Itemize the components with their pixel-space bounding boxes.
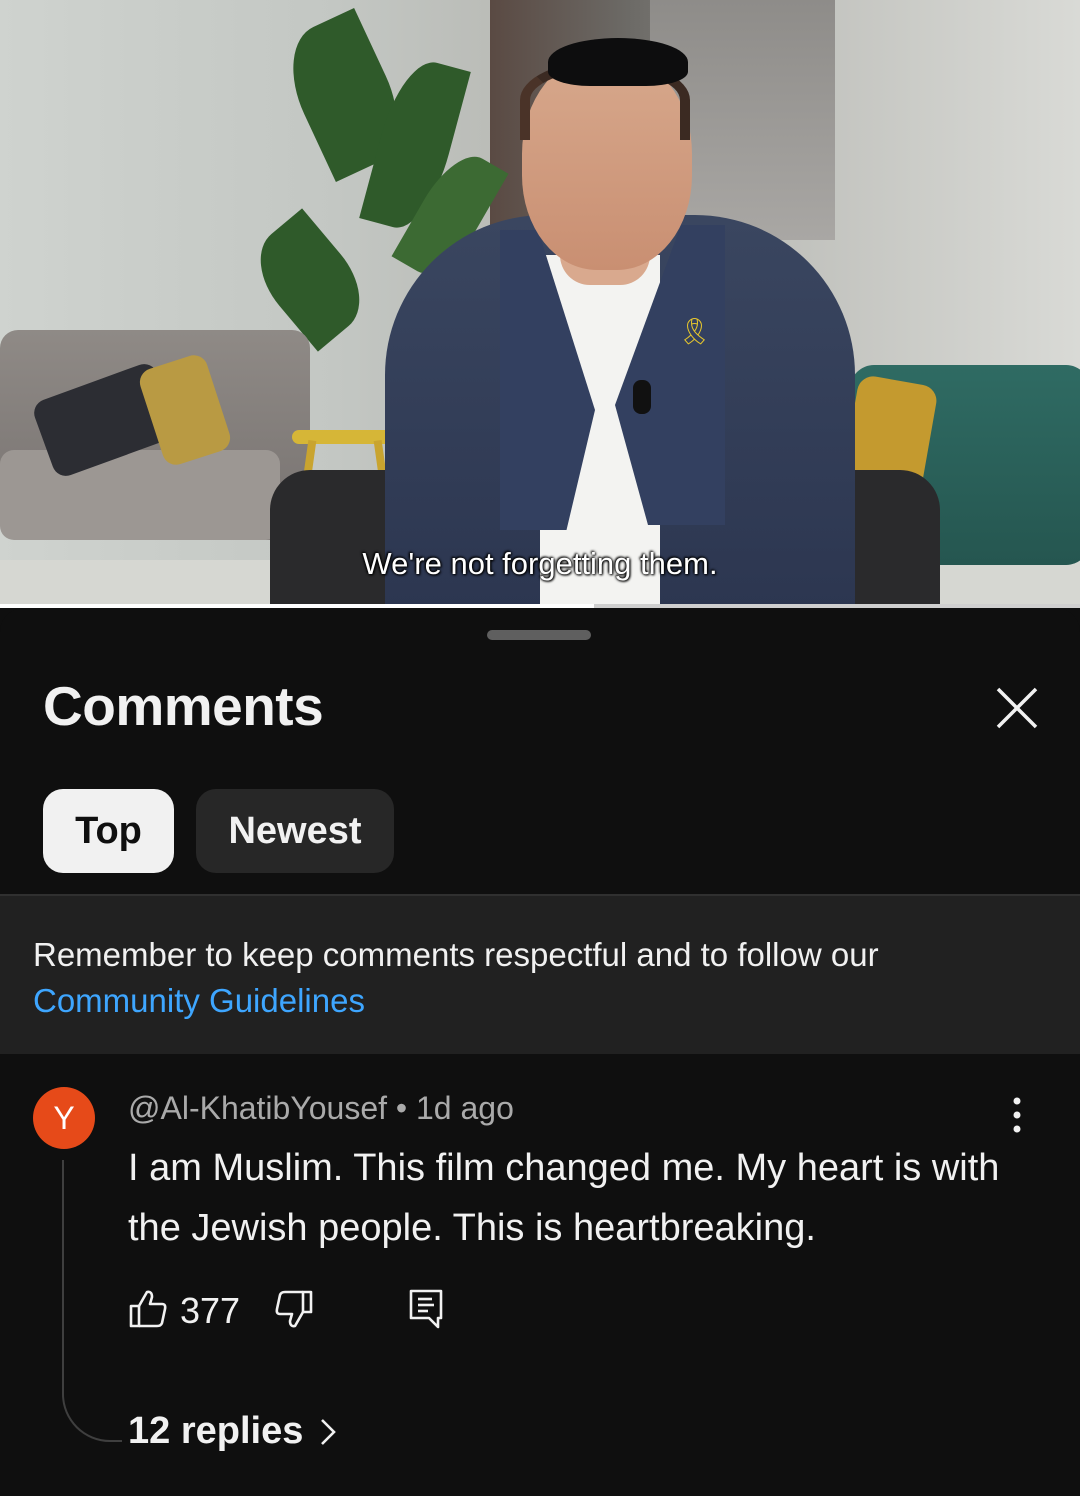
comments-title: Comments <box>43 675 324 737</box>
thumbs-up-icon <box>129 1290 167 1328</box>
chevron-right-icon <box>321 1418 337 1445</box>
close-icon <box>996 687 1038 729</box>
replies-label: 12 replies <box>128 1410 304 1452</box>
video-subtitle: We're not forgetting them. <box>362 546 718 581</box>
ribbon-icon: 🎗 <box>678 318 711 344</box>
notice-message: Remember to keep comments respectful and… <box>33 936 879 973</box>
comment-time: 1d ago <box>416 1090 514 1126</box>
reply-button[interactable] <box>408 1288 444 1335</box>
notice-text: Remember to keep comments respectful and… <box>33 932 1043 1024</box>
comment-text: I am Muslim. This film changed me. My he… <box>128 1147 1000 1249</box>
meta-separator: • <box>395 1090 408 1126</box>
replies-button[interactable]: 12 replies <box>128 1410 337 1453</box>
community-notice: Remember to keep comments respectful and… <box>0 894 1080 1054</box>
sort-chip-top[interactable]: Top <box>43 789 174 873</box>
close-button[interactable] <box>990 681 1044 735</box>
comment-author[interactable]: @Al-KhatibYousef <box>128 1090 387 1126</box>
thumbs-down-icon <box>275 1290 313 1328</box>
lapel-mic <box>633 380 651 414</box>
avatar[interactable]: Y <box>33 1087 95 1149</box>
comments-sheet: Comments Top Newest Remember to keep com… <box>0 608 1080 1496</box>
more-vert-icon <box>1013 1097 1021 1133</box>
community-guidelines-link[interactable]: Community Guidelines <box>33 982 365 1019</box>
thread-line <box>62 1160 122 1442</box>
sofa-seat <box>0 450 280 540</box>
reply-comment-icon <box>409 1289 443 1329</box>
like-count: 377 <box>180 1290 241 1331</box>
like-button[interactable] <box>128 1288 168 1335</box>
video-player[interactable]: 🎗 We're not forgetting them. <box>0 0 1080 608</box>
sort-chip-newest[interactable]: Newest <box>196 789 394 873</box>
more-options-button[interactable] <box>1000 1095 1034 1135</box>
kippah <box>548 38 688 86</box>
drag-handle[interactable] <box>487 630 591 640</box>
comment-meta: @Al-KhatibYousef • 1d ago <box>128 1090 514 1127</box>
dislike-button[interactable] <box>274 1288 314 1335</box>
